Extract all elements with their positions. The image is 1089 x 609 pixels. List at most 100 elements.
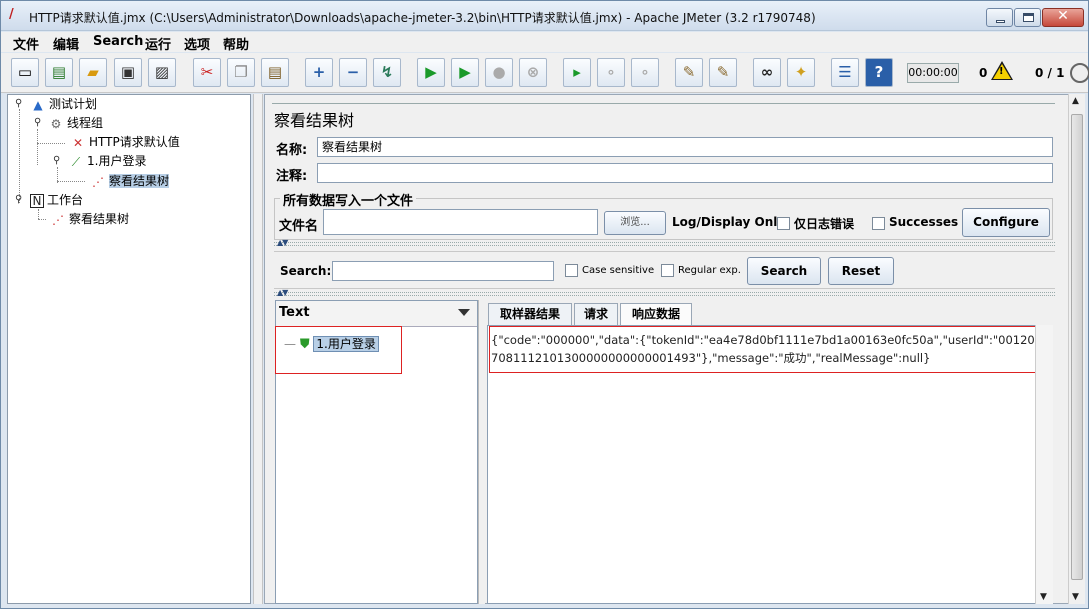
tree-node-thread-group[interactable]: ⚙ 线程组 bbox=[48, 114, 103, 132]
expand-icon[interactable]: + bbox=[305, 58, 333, 87]
search-icon[interactable]: ∞ bbox=[753, 58, 781, 87]
case-sensitive-label: Case sensitive bbox=[582, 265, 655, 276]
clear-icon[interactable]: ✎ bbox=[675, 58, 703, 87]
errors-only-checkbox[interactable] bbox=[777, 217, 790, 230]
name-label: 名称: bbox=[276, 143, 308, 158]
browse-button[interactable]: 浏览... bbox=[604, 211, 666, 235]
response-scrollbar[interactable]: ▼ bbox=[1035, 325, 1053, 604]
collapse-toggle[interactable]: ⚲ bbox=[15, 194, 22, 205]
test-plan-icon: ▲ bbox=[33, 97, 43, 112]
tree-node-result-tree[interactable]: ⋰ 察看结果树 bbox=[90, 172, 170, 190]
configure-button[interactable]: Configure bbox=[962, 208, 1050, 237]
renderer-select[interactable]: Text bbox=[276, 301, 477, 327]
menu-run[interactable]: 运行 bbox=[145, 34, 171, 53]
tree-node-workbench-result-tree[interactable]: ⋰ 察看结果树 bbox=[50, 210, 129, 228]
sampler-icon: ⟋ bbox=[71, 154, 81, 169]
close-button[interactable]: ✕ bbox=[1042, 8, 1084, 27]
test-plan-tree: ⚲ ▲ 测试计划 ⚲ ⚙ 线程组 ✕ HTTP请求默认值 ⚲ ⟋ 1.用户登录 ⋰ 察看结… bbox=[7, 94, 251, 604]
remote-stop-icon[interactable]: ∘ bbox=[597, 58, 625, 87]
open-icon[interactable]: ▰ bbox=[79, 58, 107, 87]
menu-help[interactable]: 帮助 bbox=[223, 34, 249, 53]
successes-label: Successes bbox=[889, 215, 959, 229]
scroll-down-icon[interactable]: ▼ bbox=[1040, 592, 1047, 602]
menu-bar: 文件 编辑 Search 运行 选项 帮助 bbox=[1, 32, 1088, 53]
search-label: Search: bbox=[280, 264, 332, 278]
tree-node-workbench[interactable]: N 工作台 bbox=[30, 191, 83, 209]
result-tree-panel: 察看结果树 名称: 察看结果树 注释: 所有数据写入一个文件 文件名 浏览...… bbox=[264, 94, 1072, 604]
collapse-arrows-icon[interactable]: ▲▼ bbox=[277, 238, 288, 247]
menu-edit[interactable]: 编辑 bbox=[53, 34, 79, 53]
collapse-icon[interactable]: − bbox=[339, 58, 367, 87]
toggle-icon[interactable]: ↯ bbox=[373, 58, 401, 87]
warning-icon[interactable]: ! bbox=[991, 61, 1013, 80]
tab-sampler-result[interactable]: 取样器结果 bbox=[488, 303, 572, 325]
collapse-arrows-icon[interactable]: ▲▼ bbox=[277, 288, 288, 297]
log-viewer-icon[interactable] bbox=[1070, 63, 1089, 83]
collapse-toggle[interactable]: ⚲ bbox=[53, 155, 60, 166]
successes-checkbox[interactable] bbox=[872, 217, 885, 230]
shutdown-icon[interactable]: ⊗ bbox=[519, 58, 547, 87]
menu-file[interactable]: 文件 bbox=[13, 34, 39, 53]
minimize-button[interactable] bbox=[986, 8, 1013, 27]
regex-label: Regular exp. bbox=[678, 265, 741, 276]
start-no-pause-icon[interactable]: ▶ bbox=[451, 58, 479, 87]
response-body[interactable]: {"code":"000000","data":{"tokenId":"ea4e… bbox=[491, 331, 1047, 367]
reset-button[interactable]: Reset bbox=[828, 257, 894, 285]
errors-only-label: 仅日志错误 bbox=[794, 217, 855, 231]
menu-options[interactable]: 选项 bbox=[184, 34, 210, 53]
gear-icon: ⚙ bbox=[50, 116, 62, 131]
tree-node-http-defaults[interactable]: ✕ HTTP请求默认值 bbox=[70, 133, 180, 151]
reset-search-icon[interactable]: ✦ bbox=[787, 58, 815, 87]
scroll-up-icon[interactable]: ▲ bbox=[1072, 96, 1079, 106]
start-icon[interactable]: ▶ bbox=[417, 58, 445, 87]
copy-icon[interactable]: ❐ bbox=[227, 58, 255, 87]
title-bar[interactable]: / HTTP请求默认值.jmx (C:\Users\Administrator\… bbox=[1, 1, 1088, 31]
tab-request[interactable]: 请求 bbox=[574, 303, 618, 325]
search-input[interactable] bbox=[332, 261, 554, 281]
tree-node-login-sampler[interactable]: ⟋ 1.用户登录 bbox=[68, 152, 147, 170]
filename-field[interactable] bbox=[323, 209, 598, 235]
results-splitter[interactable] bbox=[478, 300, 485, 604]
save-as-icon[interactable]: ▨ bbox=[148, 58, 176, 87]
remote-start-icon[interactable]: ▸ bbox=[563, 58, 591, 87]
jmeter-window: / HTTP请求默认值.jmx (C:\Users\Administrator\… bbox=[0, 0, 1089, 609]
chevron-down-icon[interactable] bbox=[458, 309, 470, 316]
collapse-divider[interactable] bbox=[274, 292, 1055, 296]
write-to-file-title: 所有数据写入一个文件 bbox=[280, 190, 417, 209]
tree-node-test-plan[interactable]: ▲ 测试计划 bbox=[30, 95, 97, 113]
collapse-toggle[interactable]: ⚲ bbox=[15, 98, 22, 109]
config-element-icon: ✕ bbox=[72, 135, 84, 150]
remote-shutdown-icon[interactable]: ∘ bbox=[631, 58, 659, 87]
scrollbar-thumb[interactable] bbox=[1071, 114, 1083, 580]
listener-icon: ⋰ bbox=[92, 174, 104, 189]
help-icon[interactable]: ? bbox=[865, 58, 893, 87]
comment-field[interactable] bbox=[317, 163, 1053, 183]
pane-splitter[interactable] bbox=[253, 94, 263, 604]
new-icon[interactable]: ▭ bbox=[11, 58, 39, 87]
save-icon[interactable]: ▣ bbox=[114, 58, 142, 87]
function-helper-icon[interactable]: ☰ bbox=[831, 58, 859, 87]
scroll-down-icon[interactable]: ▼ bbox=[1072, 592, 1079, 602]
templates-icon[interactable]: ▤ bbox=[45, 58, 73, 87]
name-field[interactable]: 察看结果树 bbox=[317, 137, 1053, 157]
main-scrollbar[interactable]: ▲ ▼ bbox=[1068, 94, 1085, 604]
collapse-toggle[interactable]: ⚲ bbox=[34, 117, 41, 128]
regex-checkbox[interactable] bbox=[661, 264, 674, 277]
clear-all-icon[interactable]: ✎ bbox=[709, 58, 737, 87]
close-icon: ✕ bbox=[1057, 8, 1069, 24]
response-data-view[interactable]: {"code":"000000","data":{"tokenId":"ea4e… bbox=[487, 325, 1053, 604]
search-button[interactable]: Search bbox=[747, 257, 821, 285]
stop-icon[interactable]: ● bbox=[485, 58, 513, 87]
maximize-button[interactable] bbox=[1014, 8, 1041, 27]
divider bbox=[272, 103, 1055, 104]
cut-icon[interactable]: ✂ bbox=[193, 58, 221, 87]
menu-search[interactable]: Search bbox=[93, 34, 143, 49]
collapse-divider[interactable] bbox=[274, 242, 1055, 246]
tab-response-data[interactable]: 响应数据 bbox=[620, 303, 692, 326]
workbench-icon: N bbox=[30, 193, 44, 208]
error-count: 0 bbox=[979, 66, 988, 80]
minimize-icon bbox=[996, 20, 1005, 23]
elapsed-timer: 00:00:00 bbox=[907, 63, 959, 83]
case-sensitive-checkbox[interactable] bbox=[565, 264, 578, 277]
paste-icon[interactable]: ▤ bbox=[261, 58, 289, 87]
